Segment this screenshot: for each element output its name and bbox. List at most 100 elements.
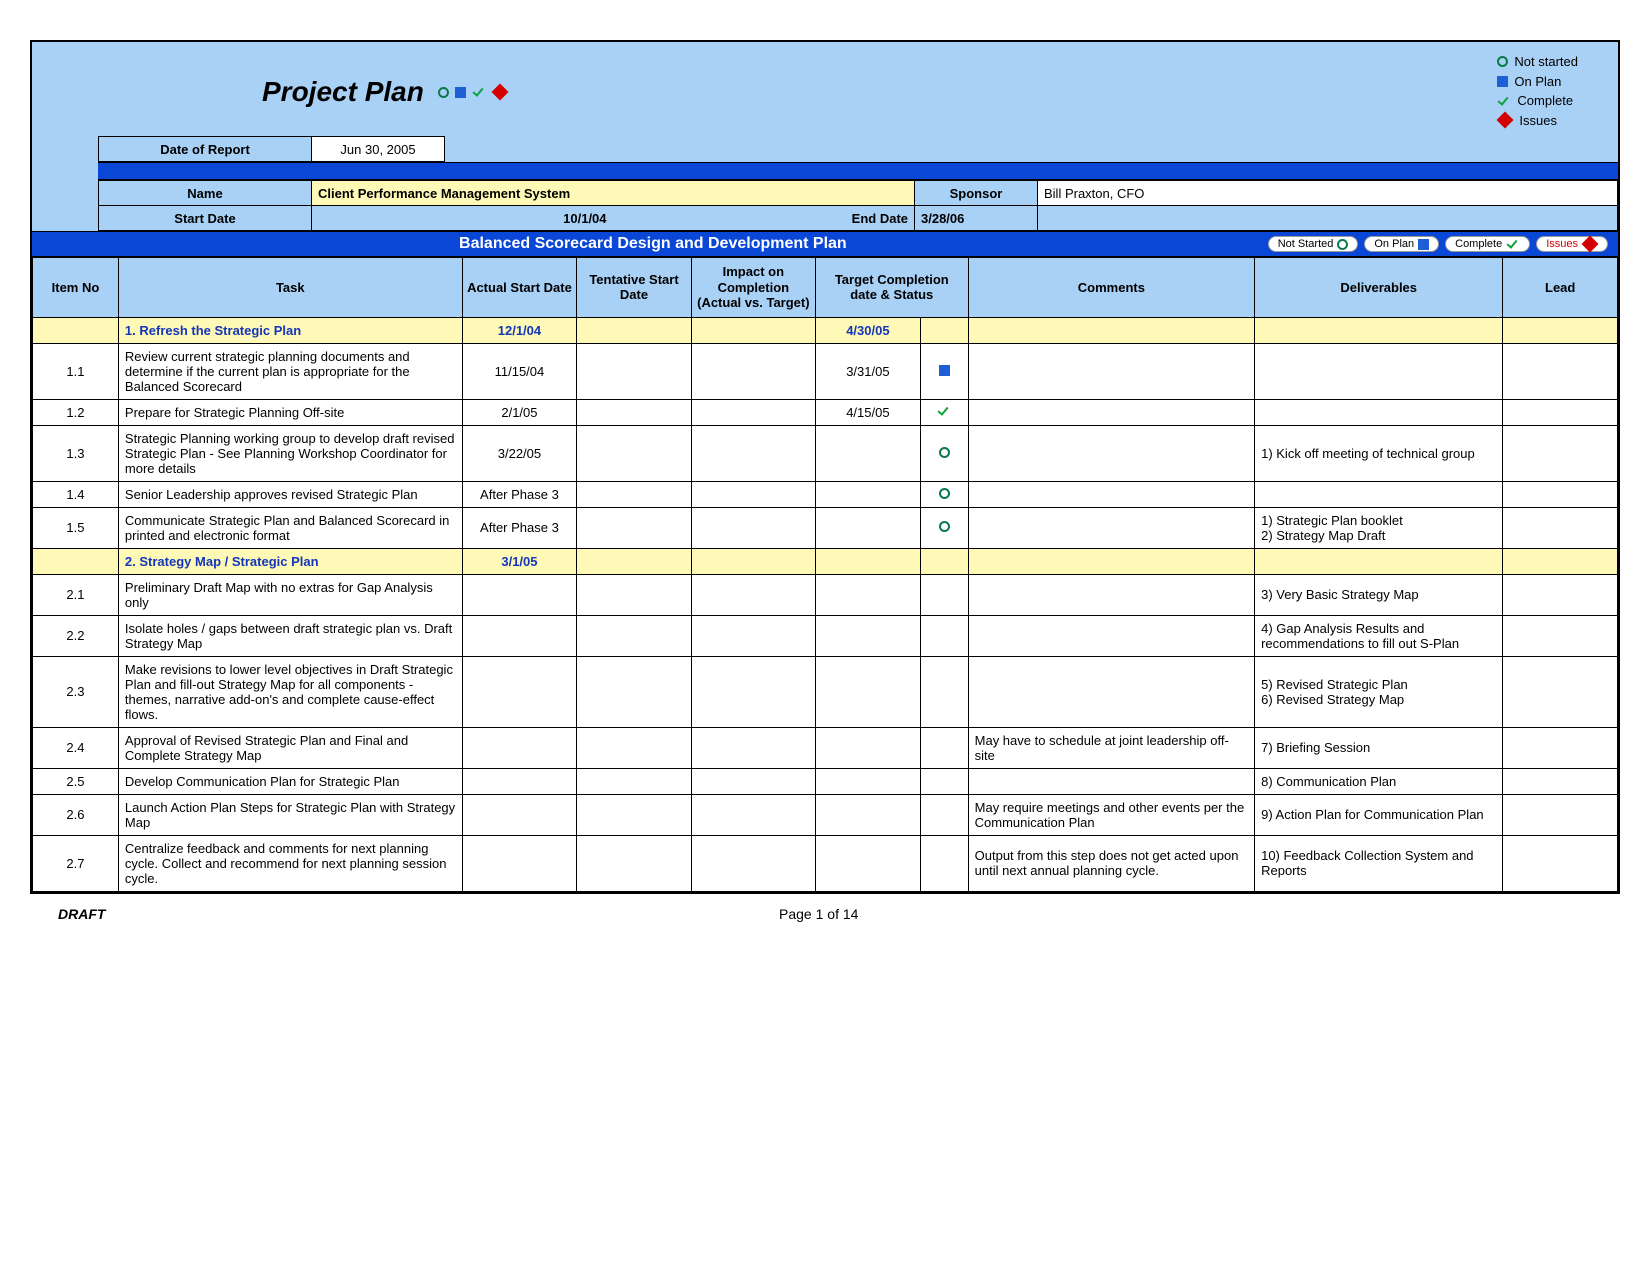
cell-status	[920, 794, 968, 835]
name-value: Client Performance Management System	[312, 181, 915, 206]
cell-status	[920, 507, 968, 548]
cell-task: Strategic Planning working group to deve…	[118, 425, 462, 481]
not-started-icon	[939, 447, 950, 458]
sponsor-value: Bill Praxton, CFO	[1038, 181, 1618, 206]
cell-comments	[968, 507, 1254, 548]
issues-icon	[491, 84, 508, 101]
cell-task: 1. Refresh the Strategic Plan	[118, 317, 462, 343]
cell-item: 2.3	[33, 656, 119, 727]
cell-impact	[691, 794, 815, 835]
complete-icon	[472, 86, 486, 98]
cell-task: Communicate Strategic Plan and Balanced …	[118, 507, 462, 548]
cell-impact	[691, 615, 815, 656]
cell-comments: Output from this step does not get acted…	[968, 835, 1254, 891]
cell-impact	[691, 399, 815, 425]
cell-comments	[968, 317, 1254, 343]
cell-task: Centralize feedback and comments for nex…	[118, 835, 462, 891]
cell-task: 2. Strategy Map / Strategic Plan	[118, 548, 462, 574]
complete-icon	[1506, 238, 1520, 250]
not-started-icon	[939, 521, 950, 532]
cell-item: 2.7	[33, 835, 119, 891]
issues-icon	[1497, 112, 1514, 129]
col-comments: Comments	[968, 258, 1254, 318]
legend-on-plan: On Plan	[1514, 72, 1561, 92]
table-row: 2.5Develop Communication Plan for Strate…	[33, 768, 1618, 794]
cell-impact	[691, 425, 815, 481]
header-band: Project Plan Not started On Plan Complet…	[32, 42, 1618, 231]
cell-lead	[1503, 768, 1618, 794]
complete-icon	[937, 405, 951, 417]
cell-status	[920, 481, 968, 507]
cell-target: 3/31/05	[815, 343, 920, 399]
cell-status	[920, 835, 968, 891]
cell-impact	[691, 317, 815, 343]
cell-impact	[691, 481, 815, 507]
cell-lead	[1503, 548, 1618, 574]
cell-tentative-start	[577, 727, 692, 768]
cell-target	[815, 727, 920, 768]
cell-comments: May have to schedule at joint leadership…	[968, 727, 1254, 768]
pill-issues[interactable]: Issues	[1536, 236, 1608, 252]
section-title: Balanced Scorecard Design and Developmen…	[38, 235, 1268, 253]
cell-deliverables: 1) Kick off meeting of technical group	[1255, 425, 1503, 481]
cell-tentative-start	[577, 399, 692, 425]
cell-actual-start	[462, 727, 577, 768]
title-status-icons	[438, 86, 508, 98]
cell-actual-start: After Phase 3	[462, 481, 577, 507]
cell-impact	[691, 548, 815, 574]
cell-actual-start: 3/22/05	[462, 425, 577, 481]
complete-icon	[1497, 95, 1511, 107]
cell-target	[815, 656, 920, 727]
cell-task: Isolate holes / gaps between draft strat…	[118, 615, 462, 656]
cell-lead	[1503, 615, 1618, 656]
info-strip: Date of Report Jun 30, 2005 Name Client …	[32, 136, 1618, 231]
cell-lead	[1503, 656, 1618, 727]
cell-impact	[691, 574, 815, 615]
cell-actual-start	[462, 574, 577, 615]
cell-target	[815, 425, 920, 481]
table-row: 2.2Isolate holes / gaps between draft st…	[33, 615, 1618, 656]
cell-actual-start	[462, 794, 577, 835]
legend-complete: Complete	[1517, 91, 1573, 111]
cell-tentative-start	[577, 574, 692, 615]
cell-deliverables	[1255, 399, 1503, 425]
cell-task: Develop Communication Plan for Strategic…	[118, 768, 462, 794]
cell-impact	[691, 507, 815, 548]
col-lead: Lead	[1503, 258, 1618, 318]
cell-actual-start	[462, 615, 577, 656]
cell-actual-start: 3/1/05	[462, 548, 577, 574]
cell-status	[920, 317, 968, 343]
cell-deliverables: 9) Action Plan for Communication Plan	[1255, 794, 1503, 835]
cell-lead	[1503, 343, 1618, 399]
cell-actual-start: After Phase 3	[462, 507, 577, 548]
cell-item: 2.2	[33, 615, 119, 656]
cell-item: 1.1	[33, 343, 119, 399]
cell-lead	[1503, 507, 1618, 548]
cell-target: 4/30/05	[815, 317, 920, 343]
pill-on-plan[interactable]: On Plan	[1364, 236, 1439, 252]
col-target-status: Target Completion date & Status	[815, 258, 968, 318]
not-started-icon	[1497, 56, 1508, 67]
table-row: 1.1Review current strategic planning doc…	[33, 343, 1618, 399]
table-row: 2.7Centralize feedback and comments for …	[33, 835, 1618, 891]
cell-comments	[968, 615, 1254, 656]
section-row: 2. Strategy Map / Strategic Plan3/1/05	[33, 548, 1618, 574]
pill-complete[interactable]: Complete	[1445, 236, 1530, 252]
pill-not-started[interactable]: Not Started	[1268, 236, 1359, 252]
cell-lead	[1503, 574, 1618, 615]
cell-deliverables: 4) Gap Analysis Results and recommendati…	[1255, 615, 1503, 656]
cell-task: Senior Leadership approves revised Strat…	[118, 481, 462, 507]
start-date-label: Start Date	[99, 206, 312, 231]
cell-lead	[1503, 481, 1618, 507]
cell-item: 2.4	[33, 727, 119, 768]
col-deliverables: Deliverables	[1255, 258, 1503, 318]
cell-comments	[968, 399, 1254, 425]
cell-status	[920, 548, 968, 574]
cell-impact	[691, 656, 815, 727]
cell-comments	[968, 768, 1254, 794]
cell-status	[920, 615, 968, 656]
status-pill-group: Not Started On Plan Complete Issues	[1268, 236, 1612, 252]
legend-issues: Issues	[1519, 111, 1557, 131]
cell-status	[920, 727, 968, 768]
cell-target	[815, 768, 920, 794]
